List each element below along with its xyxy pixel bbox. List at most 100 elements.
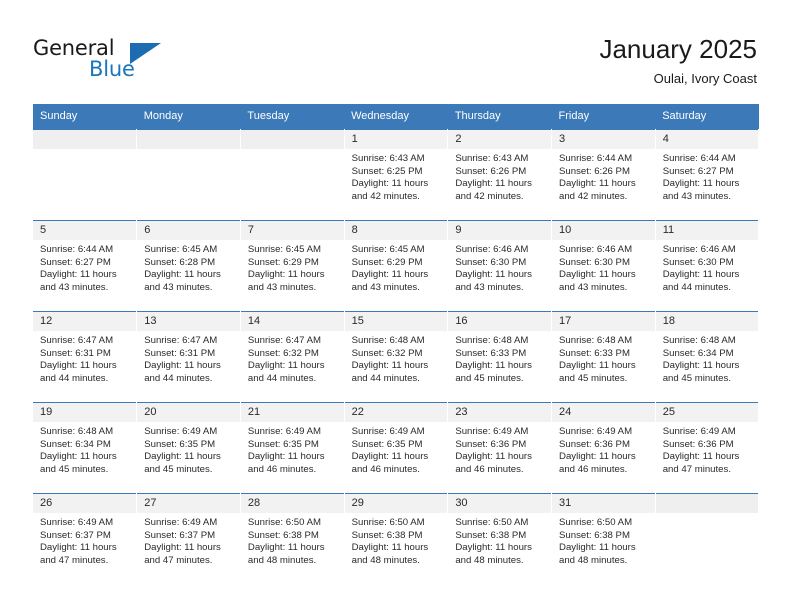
calendar-table: Sunday Monday Tuesday Wednesday Thursday… (33, 104, 760, 584)
sunrise-time: Sunrise: 6:47 AM (40, 335, 114, 346)
calendar-day-cell[interactable]: 15 Sunrise: 6:48 AM Sunset: 6:32 PM Dayligh… (344, 311, 449, 403)
day-number: 14 (240, 312, 344, 331)
daylight-duration-line2: and 46 minutes. (455, 463, 524, 475)
day-details: Sunrise: 6:50 AM Sunset: 6:38 PM Daylight:… (241, 513, 344, 567)
day-details: Sunrise: 6:43 AM Sunset: 6:25 PM Daylight:… (345, 149, 448, 203)
sunset-time: Sunset: 6:38 PM (247, 529, 319, 541)
calendar-week-row: 1 Sunrise: 6:43 AM Sunset: 6:25 PM Daylight… (33, 129, 760, 221)
sunrise-time: Sunrise: 6:50 AM (559, 517, 633, 528)
calendar-cell-empty (136, 129, 241, 221)
weekday-header-monday: Monday (136, 104, 241, 130)
sunset-time: Sunset: 6:36 PM (455, 438, 527, 450)
calendar-day-cell[interactable]: 23 Sunrise: 6:49 AM Sunset: 6:36 PM Dayligh… (447, 402, 553, 494)
sunset-time: Sunset: 6:35 PM (144, 438, 216, 450)
calendar-grid: Sunday Monday Tuesday Wednesday Thursday… (33, 104, 760, 584)
calendar-day-cell[interactable]: 13 Sunrise: 6:47 AM Sunset: 6:31 PM Dayligh… (136, 311, 241, 403)
day-details: Sunrise: 6:44 AM Sunset: 6:26 PM Daylight:… (552, 149, 655, 203)
daylight-duration-line2: and 42 minutes. (455, 190, 524, 202)
sunrise-time: Sunrise: 6:49 AM (144, 517, 218, 528)
daylight-duration-line1: Daylight: 11 hours (662, 451, 740, 463)
sunset-time: Sunset: 6:36 PM (662, 438, 734, 450)
daylight-duration-line2: and 45 minutes. (662, 372, 731, 384)
calendar-day-cell[interactable]: 3 Sunrise: 6:44 AM Sunset: 6:26 PM Daylight… (551, 129, 656, 221)
day-number: 31 (552, 494, 655, 513)
daylight-duration-line2: and 46 minutes. (559, 463, 628, 475)
calendar-day-cell[interactable]: 19 Sunrise: 6:48 AM Sunset: 6:34 PM Dayligh… (33, 402, 138, 494)
calendar-week-row: 26 Sunrise: 6:49 AM Sunset: 6:37 PM Dayligh… (33, 493, 760, 584)
day-number: 13 (137, 312, 240, 331)
day-details: Sunrise: 6:50 AM Sunset: 6:38 PM Daylight:… (345, 513, 448, 567)
page-header: General Blue January 2025 Oulai, Ivory C… (0, 0, 792, 100)
day-details: Sunrise: 6:50 AM Sunset: 6:38 PM Daylight:… (552, 513, 655, 567)
calendar-day-cell[interactable]: 20 Sunrise: 6:49 AM Sunset: 6:35 PM Dayligh… (136, 402, 241, 494)
sunset-time: Sunset: 6:25 PM (351, 165, 423, 177)
day-number: 8 (344, 221, 448, 240)
calendar-day-cell[interactable]: 4 Sunrise: 6:44 AM Sunset: 6:27 PM Daylight… (655, 129, 760, 221)
calendar-day-cell[interactable]: 25 Sunrise: 6:49 AM Sunset: 6:36 PM Dayligh… (655, 402, 760, 494)
calendar-page: General Blue January 2025 Oulai, Ivory C… (0, 0, 792, 612)
calendar-day-cell[interactable]: 8 Sunrise: 6:45 AM Sunset: 6:29 PM Daylight… (344, 220, 449, 312)
calendar-day-cell[interactable]: 31 Sunrise: 6:50 AM Sunset: 6:38 PM Dayligh… (551, 493, 656, 584)
daylight-duration-line1: Daylight: 11 hours (40, 269, 117, 281)
weekday-header-friday: Friday (551, 104, 656, 130)
daylight-duration-line1: Daylight: 11 hours (559, 360, 636, 372)
calendar-day-cell[interactable]: 12 Sunrise: 6:47 AM Sunset: 6:31 PM Dayligh… (33, 311, 138, 403)
day-details: Sunrise: 6:47 AM Sunset: 6:31 PM Daylight:… (33, 331, 136, 385)
sunset-time: Sunset: 6:32 PM (247, 347, 319, 359)
weekday-header-thursday: Thursday (447, 104, 552, 130)
sunset-time: Sunset: 6:36 PM (559, 438, 630, 450)
day-number: 18 (655, 312, 759, 331)
calendar-day-cell[interactable]: 18 Sunrise: 6:48 AM Sunset: 6:34 PM Dayligh… (655, 311, 760, 403)
day-number: 2 (448, 130, 552, 149)
calendar-day-cell[interactable]: 5 Sunrise: 6:44 AM Sunset: 6:27 PM Daylight… (33, 220, 138, 312)
day-number: 10 (552, 221, 655, 240)
calendar-day-cell[interactable]: 6 Sunrise: 6:45 AM Sunset: 6:28 PM Daylight… (136, 220, 241, 312)
calendar-day-cell[interactable]: 27 Sunrise: 6:49 AM Sunset: 6:37 PM Dayligh… (136, 493, 241, 584)
calendar-day-cell[interactable]: 24 Sunrise: 6:49 AM Sunset: 6:36 PM Dayligh… (551, 402, 656, 494)
calendar-day-cell[interactable]: 17 Sunrise: 6:48 AM Sunset: 6:33 PM Dayligh… (551, 311, 656, 403)
sunrise-time: Sunrise: 6:46 AM (662, 244, 736, 255)
calendar-day-cell[interactable]: 1 Sunrise: 6:43 AM Sunset: 6:25 PM Daylight… (344, 129, 449, 221)
daylight-duration-line2: and 47 minutes. (144, 554, 213, 566)
daylight-duration-line2: and 44 minutes. (351, 372, 420, 384)
day-details: Sunrise: 6:45 AM Sunset: 6:28 PM Daylight:… (137, 240, 240, 294)
day-details: Sunrise: 6:48 AM Sunset: 6:34 PM Daylight:… (33, 422, 136, 476)
sunset-time: Sunset: 6:32 PM (351, 347, 423, 359)
day-number: 9 (448, 221, 552, 240)
calendar-day-cell[interactable]: 22 Sunrise: 6:49 AM Sunset: 6:35 PM Dayligh… (344, 402, 449, 494)
brand-logo[interactable]: General Blue (33, 36, 233, 90)
day-details (240, 149, 344, 153)
calendar-day-cell[interactable]: 10 Sunrise: 6:46 AM Sunset: 6:30 PM Dayligh… (551, 220, 656, 312)
calendar-day-cell[interactable]: 2 Sunrise: 6:43 AM Sunset: 6:26 PM Daylight… (447, 129, 553, 221)
calendar-day-cell[interactable]: 9 Sunrise: 6:46 AM Sunset: 6:30 PM Daylight… (447, 220, 553, 312)
calendar-day-cell[interactable]: 14 Sunrise: 6:47 AM Sunset: 6:32 PM Dayligh… (240, 311, 345, 403)
daylight-duration-line1: Daylight: 11 hours (455, 542, 532, 554)
calendar-day-cell[interactable]: 11 Sunrise: 6:46 AM Sunset: 6:30 PM Dayligh… (655, 220, 760, 312)
calendar-day-cell[interactable]: 29 Sunrise: 6:50 AM Sunset: 6:38 PM Dayligh… (344, 493, 449, 584)
sunset-time: Sunset: 6:27 PM (662, 165, 734, 177)
day-details: Sunrise: 6:44 AM Sunset: 6:27 PM Daylight:… (33, 240, 136, 294)
calendar-day-cell[interactable]: 26 Sunrise: 6:49 AM Sunset: 6:37 PM Dayligh… (33, 493, 138, 584)
day-number: 19 (33, 403, 137, 422)
daylight-duration-line1: Daylight: 11 hours (144, 269, 221, 281)
daylight-duration-line2: and 45 minutes. (455, 372, 524, 384)
daylight-duration-line2: and 42 minutes. (559, 190, 628, 202)
calendar-day-cell[interactable]: 30 Sunrise: 6:50 AM Sunset: 6:38 PM Dayligh… (447, 493, 553, 584)
sunrise-time: Sunrise: 6:49 AM (144, 426, 218, 437)
day-details: Sunrise: 6:48 AM Sunset: 6:32 PM Daylight:… (345, 331, 448, 385)
calendar-day-cell[interactable]: 28 Sunrise: 6:50 AM Sunset: 6:38 PM Dayligh… (240, 493, 345, 584)
daylight-duration-line2: and 43 minutes. (559, 281, 628, 293)
daylight-duration-line2: and 43 minutes. (351, 281, 420, 293)
calendar-day-cell[interactable]: 21 Sunrise: 6:49 AM Sunset: 6:35 PM Dayligh… (240, 402, 345, 494)
weekday-header-wednesday: Wednesday (344, 104, 448, 130)
calendar-week-row: 12 Sunrise: 6:47 AM Sunset: 6:31 PM Dayligh… (33, 311, 760, 403)
calendar-day-cell[interactable]: 16 Sunrise: 6:48 AM Sunset: 6:33 PM Dayligh… (447, 311, 553, 403)
sunset-time: Sunset: 6:35 PM (247, 438, 319, 450)
daylight-duration-line1: Daylight: 11 hours (351, 542, 429, 554)
sunrise-time: Sunrise: 6:43 AM (351, 153, 425, 164)
day-details: Sunrise: 6:48 AM Sunset: 6:33 PM Daylight:… (552, 331, 655, 385)
sunrise-time: Sunrise: 6:49 AM (40, 517, 114, 528)
day-details: Sunrise: 6:50 AM Sunset: 6:38 PM Daylight:… (448, 513, 551, 567)
sunset-time: Sunset: 6:30 PM (455, 256, 527, 268)
calendar-day-cell[interactable]: 7 Sunrise: 6:45 AM Sunset: 6:29 PM Daylight… (240, 220, 345, 312)
